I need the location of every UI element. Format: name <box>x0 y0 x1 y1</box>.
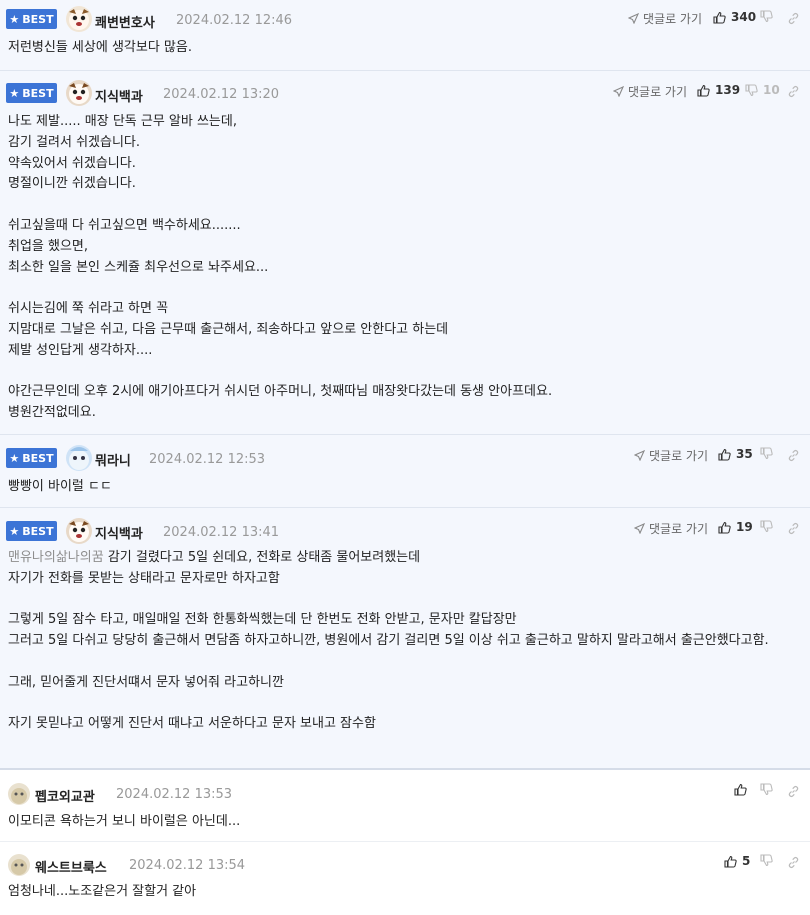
best-label: BEST <box>22 451 54 465</box>
dislike-button[interactable] <box>760 10 773 23</box>
comment-item: ★ BEST 지식백과 2024.02.12 13:41 댓글로 가기 19 맨유… <box>0 508 810 770</box>
comment-date: 2024.02.12 13:53 <box>116 787 233 802</box>
send-icon <box>613 86 624 97</box>
like-button[interactable]: 19 <box>718 520 753 534</box>
send-icon <box>634 523 645 534</box>
comment-date: 2024.02.12 12:46 <box>176 13 293 28</box>
star-icon: ★ <box>9 86 20 100</box>
thumbs-up-icon <box>724 855 737 868</box>
avatar[interactable] <box>66 445 92 471</box>
comment-text: 빵빵이 바이럴 ㄷㄷ <box>8 479 112 494</box>
best-label: BEST <box>22 12 54 26</box>
comment-item: ★ BEST 지식백과 2024.02.12 13:20 댓글로 가기 139 1… <box>0 71 810 435</box>
link-icon[interactable] <box>787 83 801 97</box>
reply-label: 댓글로 가기 <box>649 522 709 536</box>
reply-link[interactable]: 댓글로 가기 <box>634 520 708 537</box>
like-count: 19 <box>736 520 753 534</box>
comment-text: 맨유나의삶나의꿈 감기 걸렸다고 5일 쉰데요, 전화로 상태좀 물어보려했는데… <box>8 548 802 735</box>
like-button[interactable]: 5 <box>724 854 750 868</box>
link-icon[interactable] <box>787 854 801 868</box>
avatar[interactable] <box>66 80 92 106</box>
author-name[interactable]: 뭐라니 <box>95 450 131 469</box>
star-icon: ★ <box>9 451 20 465</box>
comment-date: 2024.02.12 12:53 <box>149 452 266 467</box>
author-name[interactable]: 펩코외교관 <box>35 786 95 805</box>
dislike-button[interactable] <box>760 520 773 533</box>
reply-link[interactable]: 댓글로 가기 <box>628 10 702 27</box>
thumbs-up-icon <box>697 84 710 97</box>
link-icon[interactable] <box>787 520 801 534</box>
reply-link[interactable]: 댓글로 가기 <box>634 447 708 464</box>
comment-item: 펩코외교관 2024.02.12 13:53 이모티콘 욕하는거 보니 바이럴은… <box>0 772 810 842</box>
avatar[interactable] <box>66 518 92 544</box>
best-badge: ★ BEST <box>6 9 57 29</box>
dislike-button[interactable] <box>760 854 773 867</box>
thumbs-down-icon <box>760 447 773 460</box>
like-count: 35 <box>736 447 753 461</box>
like-button[interactable] <box>734 783 747 796</box>
comment-item: 웨스트브룩스 2024.02.12 13:54 5 엄청나네...노조같은거 잘… <box>0 842 810 915</box>
thumbs-up-icon <box>734 783 747 796</box>
like-button[interactable]: 340 <box>713 10 756 24</box>
comment-text-content: 감기 걸렸다고 5일 쉰데요, 전화로 상태좀 물어보려했는데 자기가 전화를 … <box>8 550 769 732</box>
star-icon: ★ <box>9 524 20 538</box>
thumbs-up-icon <box>718 521 731 534</box>
avatar[interactable] <box>8 783 30 805</box>
reply-label: 댓글로 가기 <box>649 449 709 463</box>
mention-link[interactable]: 맨유나의삶나의꿈 <box>8 550 104 565</box>
thumbs-down-icon <box>745 83 758 97</box>
best-label: BEST <box>22 524 54 538</box>
comment-text: 나도 제발..... 매장 단독 근무 알바 쓰는데, 감기 걸려서 쉬겠습니다… <box>8 114 553 421</box>
like-count: 5 <box>742 854 751 868</box>
author-name[interactable]: 지식백과 <box>95 86 143 105</box>
comment-item: ★ BEST 뭐라니 2024.02.12 12:53 댓글로 가기 35 빵빵이… <box>0 435 810 508</box>
link-icon[interactable] <box>787 783 801 797</box>
star-icon: ★ <box>9 12 20 26</box>
author-name[interactable]: 지식백과 <box>95 523 143 542</box>
dislike-button[interactable] <box>760 783 773 796</box>
best-label: BEST <box>22 86 54 100</box>
dislike-button[interactable]: 10 <box>745 83 780 97</box>
thumbs-down-icon <box>760 854 773 867</box>
best-badge: ★ BEST <box>6 521 57 541</box>
comment-date: 2024.02.12 13:41 <box>163 525 280 540</box>
comment-date: 2024.02.12 13:20 <box>163 87 280 102</box>
reply-label: 댓글로 가기 <box>628 85 688 99</box>
thumbs-down-icon <box>760 10 773 23</box>
like-button[interactable]: 139 <box>697 83 740 97</box>
author-name[interactable]: 웨스트브룩스 <box>35 857 107 876</box>
best-badge: ★ BEST <box>6 448 57 468</box>
send-icon <box>634 450 645 461</box>
like-count: 340 <box>731 10 757 24</box>
reply-link[interactable]: 댓글로 가기 <box>613 83 687 100</box>
comment-item: ★ BEST 쾌변변호사 2024.02.12 12:46 댓글로 가기 340 … <box>0 0 810 71</box>
thumbs-down-icon <box>760 520 773 533</box>
link-icon[interactable] <box>787 447 801 461</box>
comment-text: 엄청나네...노조같은거 잘할거 같아 <box>8 884 197 899</box>
link-icon[interactable] <box>787 10 801 24</box>
like-count: 139 <box>715 83 741 97</box>
thumbs-up-icon <box>718 448 731 461</box>
dislike-count: 10 <box>763 83 780 97</box>
thumbs-down-icon <box>760 783 773 796</box>
author-name[interactable]: 쾌변변호사 <box>95 12 155 31</box>
like-button[interactable]: 35 <box>718 447 753 461</box>
thumbs-up-icon <box>713 11 726 24</box>
comment-text: 이모티콘 욕하는거 보니 바이럴은 아닌데... <box>8 814 241 829</box>
avatar[interactable] <box>66 6 92 32</box>
comment-date: 2024.02.12 13:54 <box>129 858 246 873</box>
avatar[interactable] <box>8 854 30 876</box>
best-badge: ★ BEST <box>6 83 57 103</box>
comment-text: 저런병신들 세상에 생각보다 많음. <box>8 40 192 55</box>
reply-label: 댓글로 가기 <box>643 12 703 26</box>
send-icon <box>628 13 639 24</box>
dislike-button[interactable] <box>760 447 773 460</box>
